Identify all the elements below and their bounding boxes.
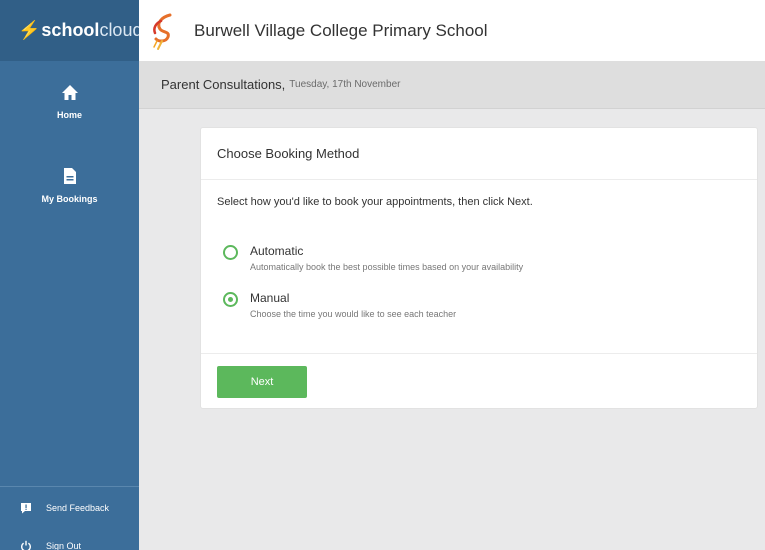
document-icon bbox=[63, 168, 77, 189]
option-text: Automatic Automatically book the best po… bbox=[250, 244, 523, 272]
event-date: Tuesday, 17th November bbox=[289, 79, 401, 90]
next-button[interactable]: Next bbox=[217, 366, 307, 398]
option-title: Automatic bbox=[250, 244, 304, 258]
send-feedback-link[interactable]: Send Feedback bbox=[0, 497, 139, 519]
option-automatic[interactable]: Automatic Automatically book the best po… bbox=[223, 244, 523, 272]
school-logo bbox=[148, 11, 180, 51]
sign-out-link[interactable]: Sign Out bbox=[0, 535, 139, 550]
card-divider bbox=[201, 353, 757, 354]
booking-method-card: Choose Booking Method Select how you'd l… bbox=[200, 127, 758, 409]
power-icon bbox=[18, 540, 34, 550]
option-title: Manual bbox=[250, 291, 290, 305]
school-name: Burwell Village College Primary School bbox=[194, 20, 488, 40]
brand-name-part2: cloud bbox=[99, 20, 143, 40]
option-description: Choose the time you would like to see ea… bbox=[250, 309, 457, 319]
sidebar: ⚡ school cloud Home My Bookings Send Feedb… bbox=[0, 0, 143, 550]
manual-radio[interactable] bbox=[223, 292, 238, 307]
option-text: Manual Choose the time you would like to… bbox=[250, 291, 456, 319]
send-feedback-label: Send Feedback bbox=[46, 503, 110, 513]
home-icon bbox=[61, 85, 79, 105]
brand-name-part1: school bbox=[41, 20, 100, 40]
event-header: Parent Consultations, Tuesday, 17th Nove… bbox=[139, 61, 765, 109]
sidebar-item-my-bookings[interactable]: My Bookings bbox=[0, 167, 139, 204]
top-header: Burwell Village College Primary School bbox=[139, 0, 765, 61]
instruction-text: Select how you'd like to book your appoi… bbox=[217, 196, 533, 208]
card-title: Choose Booking Method bbox=[201, 128, 757, 180]
sidebar-divider bbox=[0, 486, 139, 487]
brand-logo[interactable]: ⚡ school cloud bbox=[0, 0, 143, 61]
sign-out-label: Sign Out bbox=[46, 541, 82, 550]
automatic-radio[interactable] bbox=[223, 245, 238, 260]
feedback-icon bbox=[18, 502, 34, 514]
option-description: Automatically book the best possible tim… bbox=[250, 262, 524, 272]
sidebar-item-home[interactable]: Home bbox=[0, 84, 139, 120]
event-title: Parent Consultations, bbox=[161, 77, 286, 92]
option-manual[interactable]: Manual Choose the time you would like to… bbox=[223, 291, 456, 319]
sidebar-item-label: Home bbox=[56, 110, 82, 120]
sidebar-item-label: My Bookings bbox=[41, 194, 98, 204]
bolt-icon: ⚡ bbox=[18, 20, 41, 40]
